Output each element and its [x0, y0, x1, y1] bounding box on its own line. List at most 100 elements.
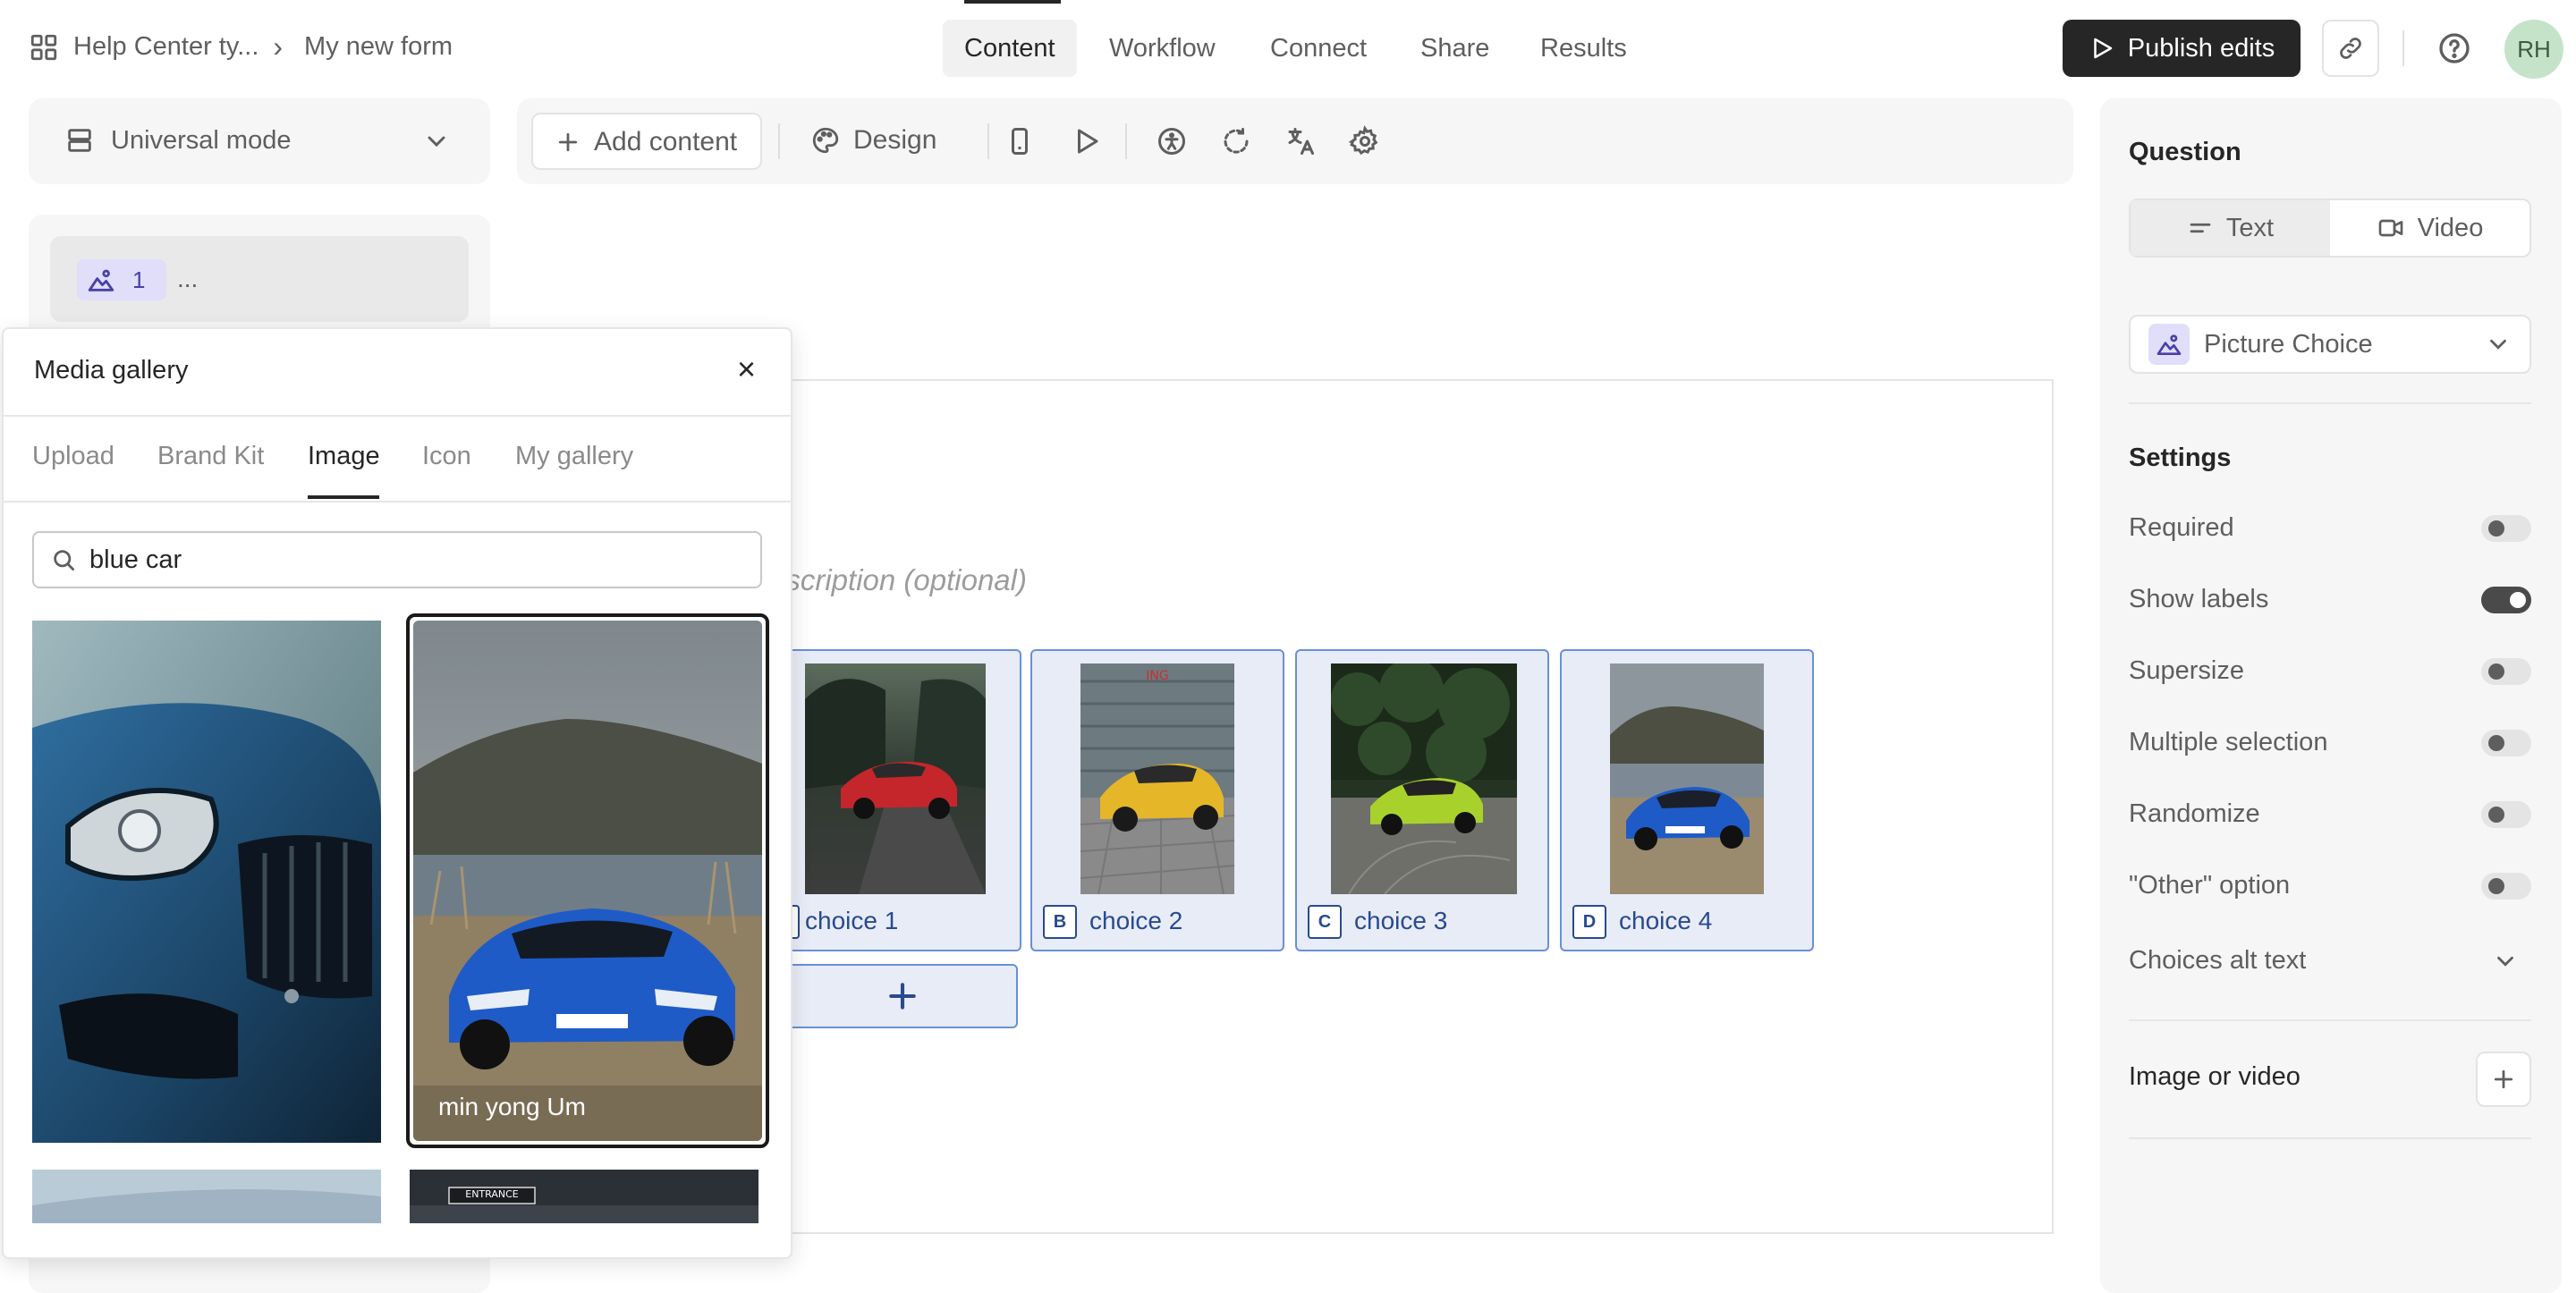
entrance-sign-text: ENTRANCE — [465, 1188, 519, 1200]
publish-button[interactable]: Publish edits — [2063, 20, 2301, 77]
choice-key: D — [1572, 905, 1606, 939]
tab-results[interactable]: Results — [1519, 20, 1648, 77]
divider — [2129, 402, 2531, 404]
mode-selector[interactable]: Universal mode — [29, 98, 490, 184]
question-heading: Question — [2129, 138, 2241, 166]
multiple-selection-toggle[interactable] — [2481, 729, 2531, 756]
choice-label: choice 3 — [1354, 907, 1448, 934]
chevron-down-icon — [422, 127, 451, 156]
choice-card-a[interactable]: A choice 1 — [766, 649, 1021, 951]
description-field[interactable]: escription (optional) — [769, 563, 1027, 597]
design-button[interactable]: Design — [810, 125, 936, 156]
choice-card-d[interactable]: D choice 4 — [1560, 649, 1814, 951]
plus-icon — [886, 979, 919, 1013]
gallery-tab-my-gallery[interactable]: My gallery — [515, 442, 633, 471]
add-media-button[interactable] — [2476, 1052, 2531, 1107]
setting-randomize: Randomize — [2129, 799, 2531, 829]
question-list-item[interactable]: 1 ... — [50, 236, 469, 322]
add-choice-button[interactable] — [787, 964, 1018, 1028]
gallery-result-image-selected[interactable]: min yong Um — [406, 613, 769, 1148]
tab-content[interactable]: Content — [943, 20, 1077, 77]
choice-card-c[interactable]: C choice 3 — [1295, 649, 1549, 951]
divider — [2129, 1137, 2531, 1139]
picture-choice-icon — [86, 265, 116, 295]
question-title: ... — [177, 265, 199, 292]
gallery-tab-brand-kit[interactable]: Brand Kit — [157, 442, 264, 471]
gallery-search-input[interactable]: blue car — [32, 531, 762, 588]
show-labels-toggle[interactable] — [2481, 586, 2531, 613]
header-divider — [2402, 30, 2404, 66]
question-format-toggle: Text Video — [2129, 199, 2531, 258]
copy-link-button[interactable] — [2322, 20, 2379, 77]
choice-image — [1331, 663, 1517, 894]
setting-supersize: Supersize — [2129, 656, 2531, 686]
choice-card-b[interactable]: ING B choice 2 — [1030, 649, 1284, 951]
plus-icon — [555, 129, 581, 156]
gallery-tab-icon[interactable]: Icon — [422, 442, 471, 471]
search-icon — [50, 546, 77, 573]
divider — [4, 501, 791, 503]
picture-choice-icon — [2148, 324, 2190, 365]
breadcrumb-form[interactable]: My new form — [304, 32, 453, 62]
tab-share[interactable]: Share — [1399, 20, 1511, 77]
tab-workflow[interactable]: Workflow — [1088, 20, 1237, 77]
mobile-preview-icon[interactable] — [1004, 125, 1036, 157]
help-icon[interactable] — [2436, 30, 2472, 66]
tab-connect[interactable]: Connect — [1249, 20, 1388, 77]
text-option[interactable]: Text — [2131, 200, 2330, 256]
mode-label: Universal mode — [111, 125, 292, 155]
translate-icon[interactable] — [1284, 125, 1317, 157]
choice-key: B — [1043, 905, 1077, 939]
active-tab-indicator — [308, 495, 379, 499]
toolbar-divider — [778, 123, 780, 159]
image-author-caption: min yong Um — [438, 1093, 586, 1120]
other-option-toggle[interactable] — [2481, 872, 2531, 900]
setting-multiple-selection: Multiple selection — [2129, 728, 2531, 757]
accessibility-icon[interactable] — [1156, 125, 1188, 157]
logic-icon[interactable] — [1220, 125, 1252, 157]
setting-show-labels: Show labels — [2129, 585, 2531, 614]
randomize-toggle[interactable] — [2481, 800, 2531, 828]
required-toggle[interactable] — [2481, 514, 2531, 542]
breadcrumb-workspace[interactable]: Help Center ty... — [73, 32, 258, 62]
grid-icon[interactable] — [29, 32, 59, 63]
gallery-result-image[interactable] — [32, 621, 381, 1143]
play-preview-icon[interactable] — [1070, 125, 1102, 157]
choice-label: choice 4 — [1619, 907, 1713, 934]
avatar[interactable]: RH — [2504, 20, 2563, 79]
breadcrumb: Help Center ty... › My new form — [29, 30, 453, 63]
choice-image — [805, 663, 986, 894]
palette-icon — [810, 125, 841, 156]
chevron-down-icon — [2485, 331, 2512, 358]
question-type-label: Picture Choice — [2204, 329, 2373, 359]
video-option[interactable]: Video — [2330, 200, 2529, 256]
divider — [4, 415, 791, 417]
search-value: blue car — [89, 545, 182, 574]
choice-label: choice 2 — [1089, 907, 1183, 934]
toolbar-divider — [987, 123, 989, 159]
media-gallery-title: Media gallery — [34, 356, 189, 385]
choice-label: choice 1 — [805, 907, 899, 934]
supersize-toggle[interactable] — [2481, 657, 2531, 685]
gallery-result-image[interactable]: ENTRANCE — [410, 1170, 758, 1223]
gallery-tab-image[interactable]: Image — [308, 442, 380, 471]
question-number: 1 — [132, 266, 146, 293]
text-lines-icon — [2187, 215, 2214, 241]
plus-icon — [2490, 1066, 2517, 1093]
question-type-select[interactable]: Picture Choice — [2129, 315, 2531, 374]
setting-required: Required — [2129, 513, 2531, 543]
settings-heading: Settings — [2129, 444, 2232, 472]
choices-alt-text-expander[interactable]: Choices alt text — [2129, 946, 2531, 976]
chevron-down-icon — [2492, 948, 2519, 975]
settings-panel — [2100, 98, 2562, 1293]
divider — [2129, 1019, 2531, 1021]
gear-icon[interactable] — [1349, 125, 1381, 157]
gallery-result-image[interactable] — [32, 1170, 381, 1223]
close-icon[interactable]: × — [737, 351, 756, 388]
video-camera-icon — [2377, 214, 2405, 242]
toolbar-divider — [1125, 123, 1127, 159]
link-icon — [2336, 34, 2365, 63]
add-content-button[interactable]: Add content — [531, 113, 762, 170]
image-or-video-label: Image or video — [2129, 1062, 2301, 1091]
gallery-tab-upload[interactable]: Upload — [32, 442, 114, 471]
